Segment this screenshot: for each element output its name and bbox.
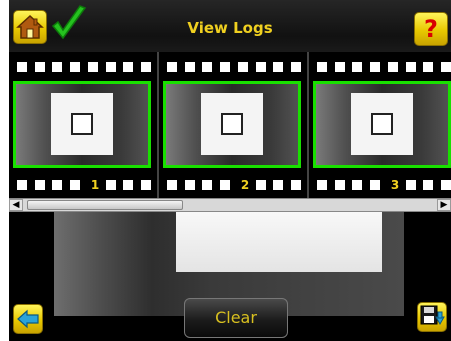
frame-number: 2	[238, 178, 252, 192]
back-button[interactable]	[13, 304, 43, 334]
sensor-screen: View Logs ? 1 2 3 ◀ ▶ Clear	[9, 0, 451, 341]
log-filmstrip: 1 2 3	[9, 52, 451, 198]
log-thumbnail[interactable]	[163, 81, 301, 168]
sprocket-holes	[167, 62, 301, 72]
scroll-left-arrow-icon[interactable]: ◀	[9, 199, 23, 211]
sprocket-holes	[167, 180, 301, 190]
datamatrix-code-icon	[71, 113, 93, 135]
sprocket-holes	[317, 62, 451, 72]
target-card	[201, 93, 263, 155]
help-button[interactable]: ?	[414, 12, 448, 46]
target-card	[51, 93, 113, 155]
log-frame[interactable]: 1	[9, 52, 159, 198]
filmstrip-scrollbar[interactable]: ◀ ▶	[9, 198, 451, 212]
log-frame[interactable]: 2	[159, 52, 309, 198]
target-card	[176, 212, 382, 272]
datamatrix-code-icon	[221, 113, 243, 135]
frame-number: 1	[88, 178, 102, 192]
help-icon: ?	[424, 15, 438, 43]
datamatrix-code-icon	[371, 113, 393, 135]
clear-button[interactable]: Clear	[184, 298, 288, 338]
sprocket-holes	[317, 180, 451, 190]
scroll-thumb[interactable]	[27, 200, 183, 210]
save-button[interactable]	[417, 302, 447, 332]
page-title: View Logs	[187, 19, 273, 37]
log-frame[interactable]: 3	[309, 52, 451, 198]
title-bar: View Logs ?	[9, 0, 451, 52]
sprocket-holes	[17, 62, 151, 72]
scroll-right-arrow-icon[interactable]: ▶	[437, 199, 451, 211]
log-thumbnail[interactable]	[313, 81, 451, 168]
back-arrow-icon	[17, 309, 39, 329]
sprocket-holes	[17, 180, 151, 190]
target-card	[351, 93, 413, 155]
frame-number: 3	[388, 178, 402, 192]
log-thumbnail[interactable]	[13, 81, 151, 168]
save-disk-icon	[420, 305, 445, 326]
